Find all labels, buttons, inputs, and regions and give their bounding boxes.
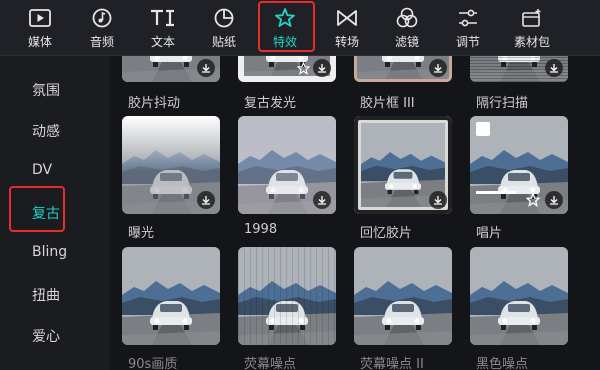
- download-icon[interactable]: [313, 59, 331, 77]
- tab-filter[interactable]: 滤镜: [385, 0, 429, 55]
- tab-label: 转场: [334, 35, 359, 49]
- retro-category-highlight: [9, 186, 65, 232]
- effect-caption: 回忆胶片: [360, 226, 413, 241]
- effect-caption: 荧幕噪点 II: [360, 357, 424, 370]
- effect-preview: [122, 247, 220, 345]
- tab-label: 媒体: [27, 35, 52, 49]
- effect-caption: 胶片抖动: [128, 96, 181, 111]
- effect-film-shake[interactable]: [122, 56, 220, 82]
- effect-caption: 黑色噪点: [476, 357, 529, 370]
- effect-preview: [470, 247, 568, 345]
- effect-90s-quality[interactable]: [122, 247, 220, 345]
- favorite-star-icon[interactable]: [524, 191, 542, 209]
- effect-caption: 90s画质: [128, 357, 178, 370]
- tab-label: 素材包: [513, 35, 550, 49]
- tab-material-package[interactable]: 素材包: [505, 0, 559, 55]
- play-square-icon: [18, 6, 62, 30]
- tab-transition[interactable]: 转场: [325, 0, 369, 55]
- transition-bowtie-icon: [325, 6, 369, 30]
- download-icon[interactable]: [429, 191, 447, 209]
- effect-caption: 隔行扫描: [476, 96, 529, 111]
- effect-caption: 胶片框 III: [360, 96, 415, 111]
- category-distortion[interactable]: 扭曲: [32, 285, 60, 305]
- tab-label: 调节: [455, 35, 480, 49]
- effects-tab-highlight: [258, 1, 315, 52]
- favorite-star-icon[interactable]: [294, 59, 312, 77]
- category-sidebar: 氛围 动感 DV 复古 Bling 扭曲 爱心: [0, 56, 110, 370]
- sliders-icon: [446, 6, 490, 30]
- material-package-icon: [505, 6, 559, 30]
- download-icon[interactable]: [197, 59, 215, 77]
- effect-screen-noise[interactable]: [238, 247, 336, 345]
- download-icon[interactable]: [429, 59, 447, 77]
- record-text-bar: [476, 191, 516, 194]
- download-icon[interactable]: [545, 191, 563, 209]
- effect-preview: [354, 247, 452, 345]
- effect-caption: 唱片: [476, 226, 503, 241]
- download-icon[interactable]: [197, 191, 215, 209]
- effect-caption: 荧幕噪点: [244, 357, 297, 370]
- effects-toolbar: 媒体 音频 文本 贴纸 特效 转场 滤镜 调节 素材包: [0, 0, 600, 56]
- tab-media[interactable]: 媒体: [18, 0, 62, 55]
- tab-label: 音频: [89, 35, 114, 49]
- effect-memory-film[interactable]: [354, 116, 452, 214]
- effect-caption: 曝光: [128, 226, 155, 241]
- music-note-icon: [80, 6, 124, 30]
- category-dv[interactable]: DV: [32, 162, 52, 178]
- effect-exposure[interactable]: [122, 116, 220, 214]
- effect-black-noise[interactable]: [470, 247, 568, 345]
- tab-adjust[interactable]: 调节: [446, 0, 490, 55]
- effect-record[interactable]: [470, 116, 568, 214]
- effect-screen-noise-2[interactable]: [354, 247, 452, 345]
- category-dynamic[interactable]: 动感: [32, 121, 60, 141]
- tab-audio[interactable]: 音频: [80, 0, 124, 55]
- exposure-overlay: [122, 116, 220, 170]
- category-atmosphere[interactable]: 氛围: [32, 80, 60, 100]
- effect-interlace-scan[interactable]: [470, 56, 568, 82]
- noise-overlay: [238, 247, 336, 345]
- effect-caption: 复古发光: [244, 96, 297, 111]
- effect-1998[interactable]: [238, 116, 336, 214]
- record-badge-icon: [476, 122, 490, 136]
- download-icon[interactable]: [545, 59, 563, 77]
- category-bling[interactable]: Bling: [32, 244, 67, 260]
- tab-label: 滤镜: [394, 35, 419, 49]
- category-love[interactable]: 爱心: [32, 326, 60, 346]
- tab-label: 贴纸: [211, 35, 236, 49]
- tab-text[interactable]: 文本: [141, 0, 185, 55]
- tab-label: 文本: [150, 35, 175, 49]
- filter-circles-icon: [385, 6, 429, 30]
- effect-retro-glow[interactable]: [238, 56, 336, 82]
- effect-film-frame-3[interactable]: [354, 56, 452, 82]
- download-icon[interactable]: [313, 191, 331, 209]
- text-ti-icon: [141, 6, 185, 30]
- sticker-icon: [202, 6, 246, 30]
- effects-grid: 胶片抖动 复古发光 胶片框 III 隔行扫描 曝光 1998 回忆胶片 唱片 9…: [110, 56, 600, 370]
- tab-sticker[interactable]: 贴纸: [202, 0, 246, 55]
- effect-caption: 1998: [244, 222, 278, 237]
